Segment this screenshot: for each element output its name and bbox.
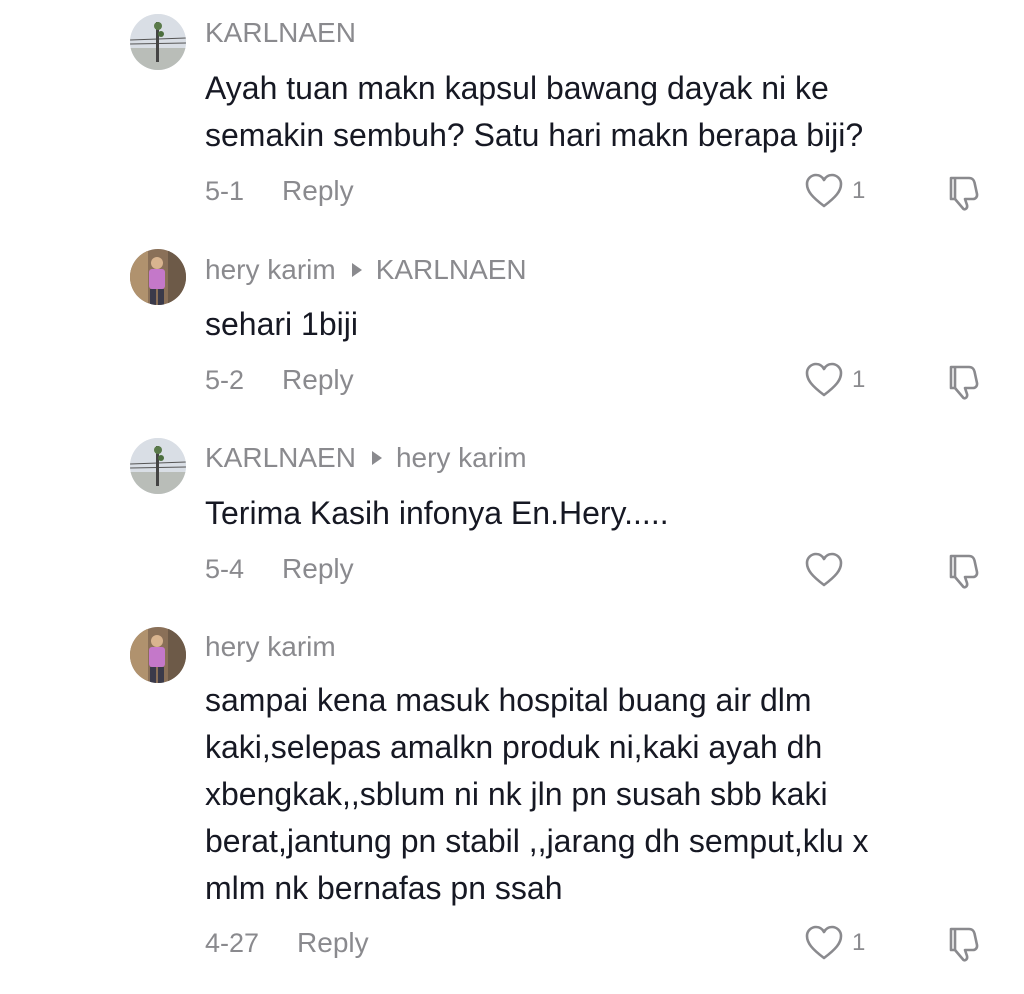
comment-text: Terima Kasih infonya En.Hery..... <box>205 490 995 537</box>
thumbs-down-icon <box>949 554 979 589</box>
like-count: 1 <box>852 366 866 393</box>
author-name[interactable]: hery karim <box>205 631 336 663</box>
comment-date: 5-1 <box>205 175 245 206</box>
comment-text-line: semakin sembuh? Satu hari makn berapa bi… <box>205 117 864 153</box>
comment-author[interactable]: KARLNAEN hery karim <box>205 442 527 474</box>
comment-author[interactable]: hery karim <box>205 631 336 663</box>
comment-text: sehari 1biji <box>205 301 995 348</box>
like-button[interactable]: 1 <box>804 172 865 210</box>
reply-button[interactable]: Reply <box>282 175 354 207</box>
heart-outline-icon <box>805 552 843 587</box>
dislike-button[interactable] <box>942 363 982 406</box>
comment-text: sampai kena masuk hospital buang air dlm… <box>205 677 995 912</box>
dislike-button[interactable] <box>942 552 982 595</box>
reply-button[interactable]: Reply <box>297 927 369 959</box>
comment-text-line: kaki,selepas amalkn produk ni,kaki ayah … <box>205 729 823 765</box>
author-name[interactable]: KARLNAEN <box>205 17 356 49</box>
comment-text-line: xbengkak,,sblum ni nk jln pn susah sbb k… <box>205 776 828 812</box>
reply-arrow-icon <box>351 263 362 277</box>
thumbs-down-icon <box>949 927 979 962</box>
reply-to-name[interactable]: hery karim <box>396 442 527 474</box>
comment-meta: 5-4 Reply <box>205 553 354 585</box>
heart-outline-icon <box>805 362 843 397</box>
comment-text-line: Terima Kasih infonya En.Hery..... <box>205 495 669 531</box>
avatar[interactable] <box>130 14 186 70</box>
like-button[interactable] <box>804 551 852 589</box>
person-avatar-icon <box>130 627 186 683</box>
comment-meta: 5-1 Reply <box>205 175 354 207</box>
dislike-button[interactable] <box>942 174 982 217</box>
reply-button[interactable]: Reply <box>282 364 354 396</box>
heart-outline-icon <box>805 925 843 960</box>
comment-text-line: mlm nk bernafas pn ssah <box>205 870 563 906</box>
comment-meta: 4-27 Reply <box>205 927 369 959</box>
dislike-button[interactable] <box>942 925 982 968</box>
comment-text-line: berat,jantung pn stabil ,,jarang dh semp… <box>205 823 869 859</box>
heart-outline-icon <box>805 173 843 208</box>
landscape-avatar-icon <box>130 14 186 70</box>
comment-author[interactable]: hery karim KARLNAEN <box>205 254 527 286</box>
avatar[interactable] <box>130 627 186 683</box>
comment-text-line: sehari 1biji <box>205 306 358 342</box>
reply-to-name[interactable]: KARLNAEN <box>376 254 527 286</box>
person-avatar-icon <box>130 249 186 305</box>
comment-text-line: sampai kena masuk hospital buang air dlm <box>205 682 812 718</box>
landscape-avatar-icon <box>130 438 186 494</box>
comment-text: Ayah tuan makn kapsul bawang dayak ni ke… <box>205 65 995 159</box>
comment-text-line: Ayah tuan makn kapsul bawang dayak ni ke <box>205 70 829 106</box>
author-name[interactable]: hery karim <box>205 254 336 286</box>
avatar[interactable] <box>130 438 186 494</box>
avatar[interactable] <box>130 249 186 305</box>
thumbs-down-icon <box>949 176 979 211</box>
comment-date: 4-27 <box>205 927 260 958</box>
reply-arrow-icon <box>371 451 382 465</box>
comment-meta: 5-2 Reply <box>205 364 354 396</box>
like-button[interactable]: 1 <box>804 924 865 962</box>
comment-date: 5-2 <box>205 364 245 395</box>
comment-author[interactable]: KARLNAEN <box>205 17 356 49</box>
like-button[interactable]: 1 <box>804 361 865 399</box>
reply-button[interactable]: Reply <box>282 553 354 585</box>
like-count: 1 <box>852 929 866 956</box>
thumbs-down-icon <box>949 365 979 400</box>
author-name[interactable]: KARLNAEN <box>205 442 356 474</box>
comment-date: 5-4 <box>205 553 245 584</box>
like-count: 1 <box>852 177 866 204</box>
